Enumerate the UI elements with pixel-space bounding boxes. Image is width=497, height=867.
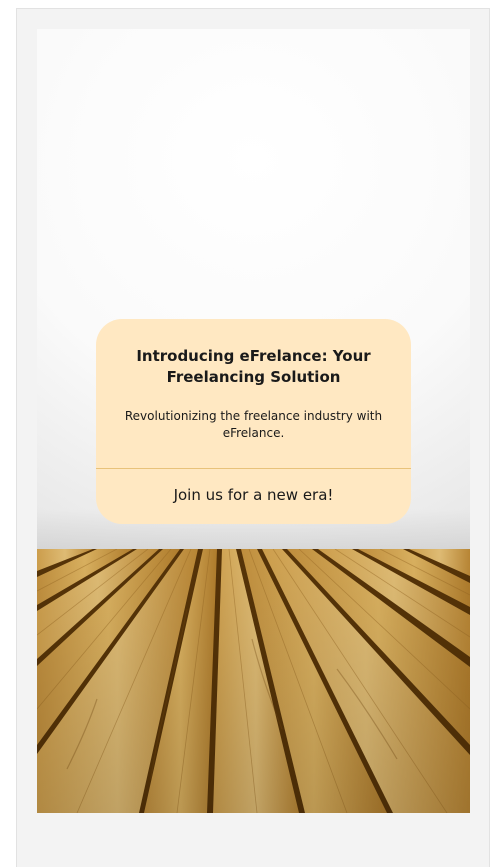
join-cta-button[interactable]: Join us for a new era!: [96, 469, 411, 524]
wooden-deck-image: [37, 549, 470, 813]
intro-card: Introducing eFrelance: Your Freelancing …: [96, 319, 411, 524]
card-title: Introducing eFrelance: Your Freelancing …: [136, 347, 371, 386]
card-subtitle: Revolutionizing the freelance industry w…: [124, 409, 383, 440]
